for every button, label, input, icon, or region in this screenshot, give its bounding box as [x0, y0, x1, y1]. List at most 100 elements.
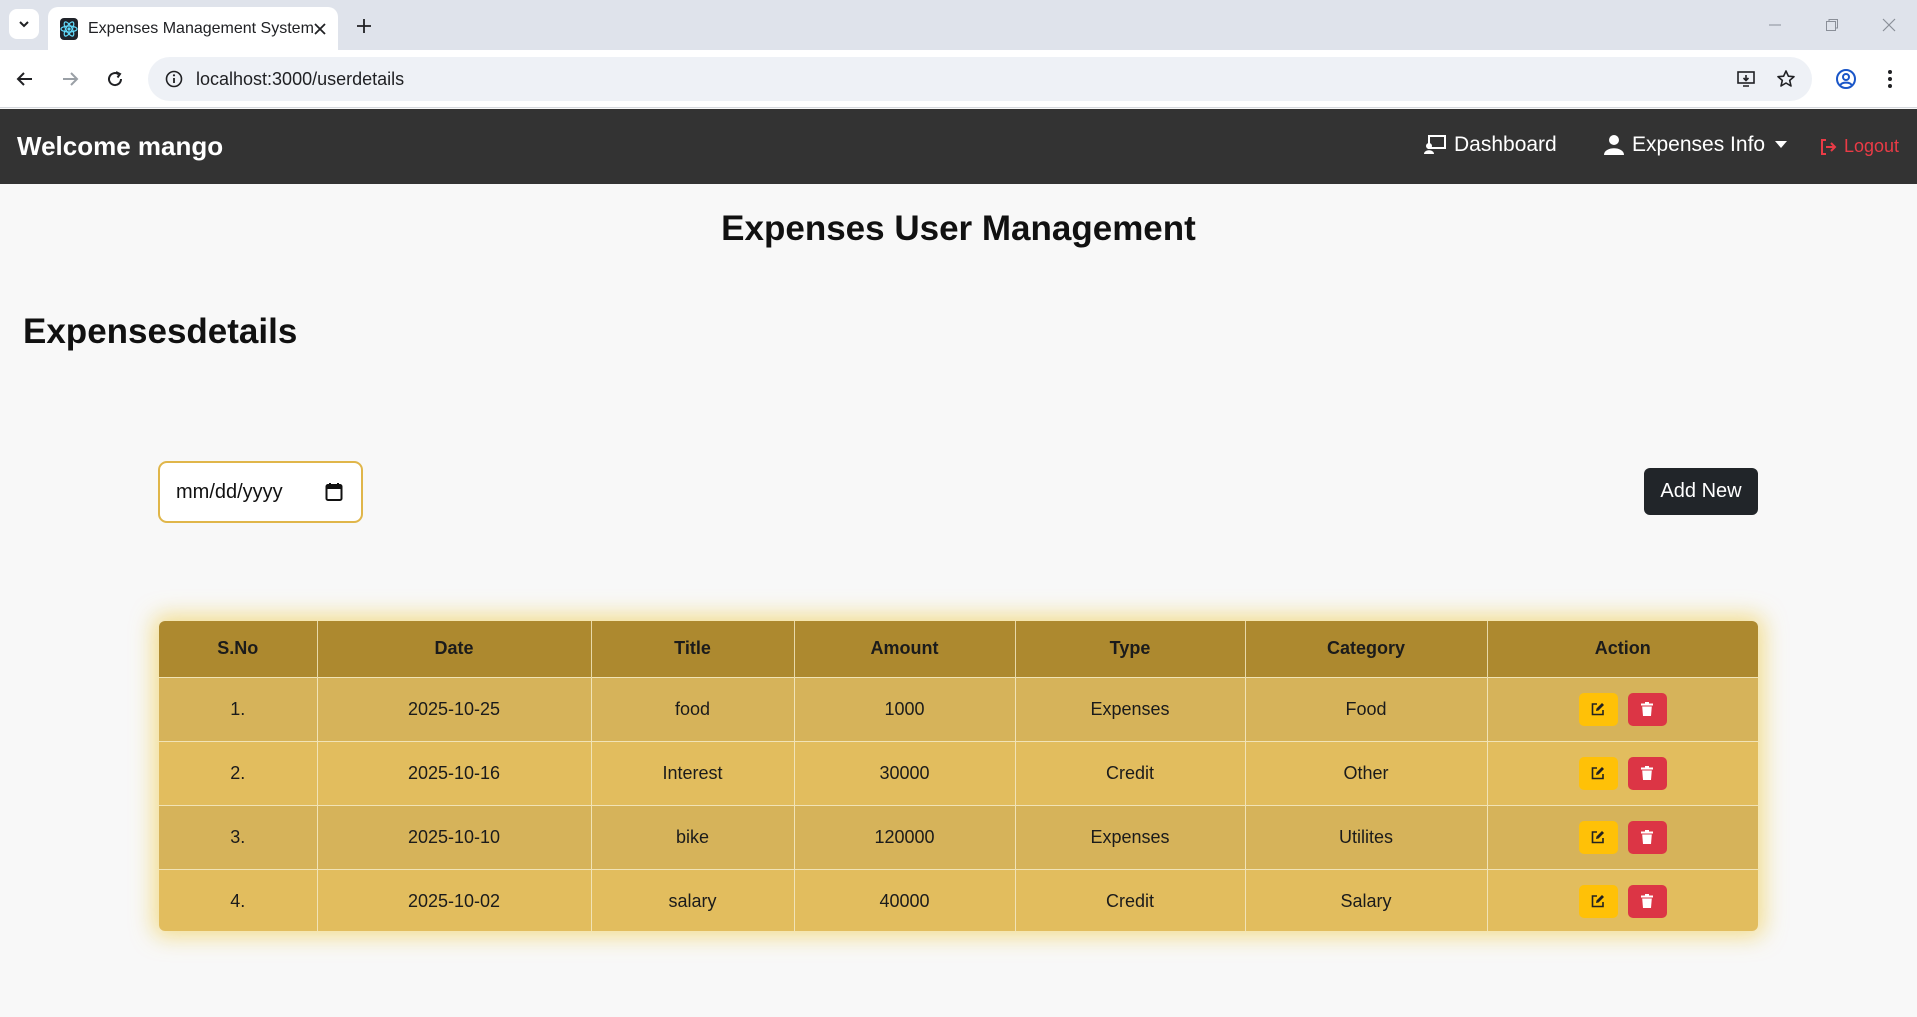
caret-down-icon — [1775, 141, 1788, 148]
column-header-category: Category — [1245, 621, 1488, 677]
new-tab-button[interactable] — [350, 12, 378, 40]
edit-button[interactable] — [1578, 692, 1618, 726]
table-row: 3. 2025-10-10 bike 120000 Expenses Utili… — [159, 804, 1758, 869]
delete-button[interactable] — [1627, 884, 1667, 918]
browser-menu-button[interactable] — [1874, 63, 1906, 95]
cell-date: 2025-10-25 — [317, 676, 592, 741]
section-title: Expensesdetails — [23, 312, 298, 351]
site-info-icon[interactable] — [152, 57, 196, 101]
date-placeholder: mm/dd/yyyy — [176, 480, 283, 503]
plus-icon — [357, 19, 371, 33]
install-app-icon[interactable] — [1730, 63, 1762, 95]
dashboard-icon — [1424, 135, 1446, 154]
tab-close-icon[interactable] — [314, 18, 326, 40]
expenses-table: S.No Date Title Amount Type Category Act… — [159, 621, 1758, 931]
column-header-date: Date — [317, 621, 592, 677]
browser-tab-bar: Expenses Management System — [0, 0, 1917, 50]
minimize-button[interactable] — [1746, 0, 1803, 50]
cell-amount: 40000 — [794, 868, 1016, 931]
cell-type: Expenses — [1015, 676, 1246, 741]
browser-toolbar: localhost:3000/userdetails — [0, 50, 1917, 108]
trash-icon — [1641, 894, 1654, 909]
cell-sno: 3. — [159, 804, 318, 869]
column-header-title: Title — [591, 621, 795, 677]
close-window-button[interactable] — [1860, 0, 1917, 50]
minimize-icon — [1768, 24, 1781, 26]
forward-button[interactable] — [54, 63, 86, 95]
cell-type: Credit — [1015, 868, 1246, 931]
app-navbar: Welcome mango Dashboard Expenses Info Lo… — [0, 109, 1917, 184]
chevron-down-icon — [19, 21, 29, 28]
table-row: 2. 2025-10-16 Interest 30000 Credit Othe… — [159, 740, 1758, 805]
back-button[interactable] — [9, 63, 41, 95]
url-text: localhost:3000/userdetails — [196, 68, 405, 89]
table-row: 4. 2025-10-02 salary 40000 Credit Salary — [159, 868, 1758, 931]
edit-icon — [1591, 831, 1605, 844]
calendar-icon[interactable] — [325, 482, 343, 502]
tab-search-button[interactable] — [9, 9, 39, 39]
cell-sno: 4. — [159, 868, 318, 931]
browser-tab[interactable]: Expenses Management System — [48, 7, 338, 50]
edit-icon — [1591, 895, 1605, 908]
edit-icon — [1591, 767, 1605, 780]
trash-icon — [1641, 830, 1654, 844]
column-header-action: Action — [1487, 621, 1758, 677]
cell-action — [1487, 868, 1758, 931]
close-icon — [1882, 18, 1895, 32]
tab-title: Expenses Management System — [88, 19, 314, 37]
cell-sno: 2. — [159, 740, 318, 805]
restore-button[interactable] — [1803, 0, 1860, 50]
add-new-button[interactable]: Add New — [1644, 468, 1758, 515]
column-header-sno: S.No — [159, 621, 318, 677]
cell-title: bike — [591, 804, 795, 869]
delete-button[interactable] — [1627, 692, 1667, 726]
cell-date: 2025-10-16 — [317, 740, 592, 805]
address-bar[interactable]: localhost:3000/userdetails — [148, 57, 1812, 101]
bookmark-star-icon[interactable] — [1770, 63, 1802, 95]
restore-icon — [1825, 19, 1838, 31]
cell-amount: 30000 — [794, 740, 1016, 805]
nav-logout-link[interactable]: Logout — [1820, 136, 1899, 157]
edit-button[interactable] — [1578, 820, 1618, 854]
cell-category: Salary — [1245, 868, 1488, 931]
more-vertical-icon — [1888, 70, 1892, 88]
nav-dashboard-link[interactable]: Dashboard — [1424, 133, 1557, 157]
trash-icon — [1641, 702, 1654, 716]
edit-button[interactable] — [1578, 756, 1618, 790]
arrow-left-icon — [16, 72, 32, 86]
window-controls — [1746, 0, 1917, 50]
cell-title: Interest — [591, 740, 795, 805]
profile-button[interactable] — [1830, 63, 1862, 95]
delete-button[interactable] — [1627, 820, 1667, 854]
nav-expenses-info-dropdown[interactable]: Expenses Info — [1604, 133, 1788, 157]
edit-button[interactable] — [1578, 884, 1618, 918]
cell-date: 2025-10-02 — [317, 868, 592, 931]
trash-icon — [1641, 766, 1654, 780]
delete-button[interactable] — [1627, 756, 1667, 790]
cell-title: salary — [591, 868, 795, 931]
nav-expenses-info-label: Expenses Info — [1632, 133, 1766, 156]
cell-title: food — [591, 676, 795, 741]
cell-action — [1487, 740, 1758, 805]
date-filter-input[interactable]: mm/dd/yyyy — [158, 461, 363, 523]
cell-category: Utilites — [1245, 804, 1488, 869]
react-favicon-icon — [60, 17, 78, 40]
cell-action — [1487, 676, 1758, 741]
reload-icon — [108, 71, 123, 87]
cell-amount: 120000 — [794, 804, 1016, 869]
table-header-row: S.No Date Title Amount Type Category Act… — [159, 621, 1758, 677]
cell-amount: 1000 — [794, 676, 1016, 741]
account-circle-icon — [1836, 69, 1856, 89]
navbar-brand[interactable]: Welcome mango — [17, 131, 223, 162]
cell-type: Expenses — [1015, 804, 1246, 869]
sign-out-icon — [1821, 138, 1837, 155]
cell-date: 2025-10-10 — [317, 804, 592, 869]
cell-action — [1487, 804, 1758, 869]
cell-sno: 1. — [159, 676, 318, 741]
column-header-amount: Amount — [794, 621, 1016, 677]
edit-icon — [1591, 703, 1605, 716]
arrow-right-icon — [63, 72, 79, 86]
reload-button[interactable] — [99, 63, 131, 95]
cell-category: Other — [1245, 740, 1488, 805]
column-header-type: Type — [1015, 621, 1246, 677]
